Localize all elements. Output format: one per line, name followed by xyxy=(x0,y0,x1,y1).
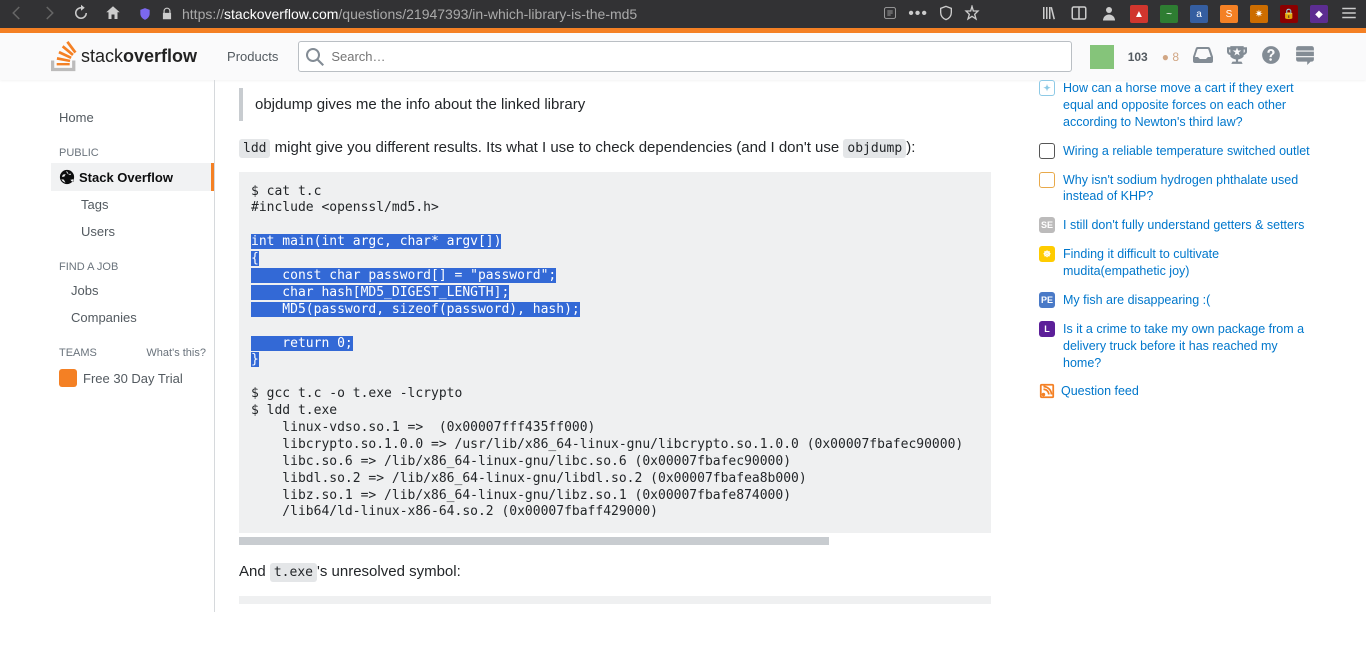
ext-1[interactable]: ▲ xyxy=(1130,5,1148,23)
hot-link-2[interactable]: ⚗ Why isn't sodium hydrogen phthalate use… xyxy=(1039,172,1315,206)
reload-button[interactable] xyxy=(72,4,90,25)
free-trial-link[interactable]: Free 30 Day Trial xyxy=(51,363,214,393)
user-rep[interactable]: 103 xyxy=(1128,50,1148,64)
hot-link-4-text[interactable]: Finding it difficult to cultivate mudita… xyxy=(1063,246,1315,280)
forward-button[interactable] xyxy=(40,4,58,25)
hot-link-3[interactable]: SE I still don't fully understand getters… xyxy=(1039,217,1315,234)
search-icon xyxy=(306,48,324,66)
inbox-icon[interactable] xyxy=(1193,45,1213,68)
url-domain: stackoverflow.com xyxy=(224,6,338,22)
library-icon[interactable] xyxy=(1040,4,1058,25)
nav-stackoverflow[interactable]: Stack Overflow xyxy=(51,163,214,191)
so-logo-icon xyxy=(51,41,77,71)
answer-blockquote: objdump gives me the info about the link… xyxy=(239,88,991,121)
products-menu[interactable]: Products xyxy=(215,43,290,70)
ee-icon: ⚙ xyxy=(1039,143,1055,159)
briefcase-icon xyxy=(59,369,77,387)
code-texe: t.exe xyxy=(270,563,317,582)
url-scheme: https:// xyxy=(182,6,224,22)
hot-link-2-text[interactable]: Why isn't sodium hydrogen phthalate used… xyxy=(1063,172,1315,206)
p1-text: might give you different results. Its wh… xyxy=(270,139,843,156)
ext-3[interactable]: a xyxy=(1190,5,1208,23)
site-topbar: stackoverflow Products 103 ● 8 xyxy=(0,30,1366,80)
menu-icon[interactable] xyxy=(1340,4,1358,25)
code-ldd: ldd xyxy=(239,139,270,158)
hot-link-5[interactable]: PE My fish are disappearing :( xyxy=(1039,292,1315,309)
globe-icon xyxy=(59,169,75,185)
hot-link-3-text[interactable]: I still don't fully understand getters &… xyxy=(1063,217,1304,234)
so-logo[interactable]: stackoverflow xyxy=(51,41,197,71)
nav-tags[interactable]: Tags xyxy=(51,191,214,218)
help-icon[interactable] xyxy=(1261,45,1281,68)
right-sidebar: ✦ How can a horse move a cart if they exe… xyxy=(1015,80,1315,612)
bud-icon: ☸ xyxy=(1039,246,1055,262)
home-button[interactable] xyxy=(104,4,122,25)
user-avatar[interactable] xyxy=(1090,45,1114,69)
sidebar-icon[interactable] xyxy=(1070,4,1088,25)
page-actions[interactable]: ••• xyxy=(908,5,928,23)
p2-post: 's unresolved symbol: xyxy=(317,563,461,580)
hot-link-6-text[interactable]: Is it a crime to take my own package fro… xyxy=(1063,321,1315,372)
pocket-icon[interactable] xyxy=(938,5,954,24)
whats-this-link[interactable]: What's this? xyxy=(146,347,206,359)
code-objdump: objdump xyxy=(843,139,906,158)
logo-stack: stack xyxy=(81,46,123,67)
se-icon: SE xyxy=(1039,217,1055,233)
nav-findjob-header: FIND A JOB xyxy=(51,245,214,277)
hot-link-0[interactable]: ✦ How can a horse move a cart if they exe… xyxy=(1039,80,1315,131)
browser-chrome: https://stackoverflow.com/questions/2194… xyxy=(0,0,1366,30)
url-path: /questions/21947393/in-which-library-is-… xyxy=(338,6,637,22)
shield-icon xyxy=(138,7,152,21)
p2-pre: And xyxy=(239,563,270,580)
site-switcher-icon[interactable] xyxy=(1295,45,1315,68)
nav-teams-header: TEAMS xyxy=(59,347,97,359)
nav-companies[interactable]: Companies xyxy=(51,304,214,331)
answer-paragraph-1: ldd might give you different results. It… xyxy=(239,137,991,160)
search-input[interactable] xyxy=(298,41,1071,72)
ext-4[interactable]: S xyxy=(1220,5,1238,23)
achievements-icon[interactable] xyxy=(1227,45,1247,68)
url-bar[interactable]: https://stackoverflow.com/questions/2194… xyxy=(132,6,872,22)
hot-link-1-text[interactable]: Wiring a reliable temperature switched o… xyxy=(1063,143,1310,160)
code-block-1[interactable]: $ cat t.c #include <openssl/md5.h> int m… xyxy=(239,172,991,534)
hot-link-5-text[interactable]: My fish are disappearing :( xyxy=(1063,292,1210,309)
hot-link-6[interactable]: L Is it a crime to take my own package fr… xyxy=(1039,321,1315,372)
back-button[interactable] xyxy=(8,4,26,25)
rss-icon xyxy=(1039,383,1055,399)
ext-5[interactable]: ✷ xyxy=(1250,5,1268,23)
left-sidebar: Home PUBLIC Stack Overflow Tags Users FI… xyxy=(51,80,215,612)
ext-6[interactable]: 🔒 xyxy=(1280,5,1298,23)
reader-icon[interactable] xyxy=(882,5,898,24)
logo-overflow: overflow xyxy=(123,46,197,67)
code-block-2[interactable] xyxy=(239,596,991,604)
answer-paragraph-2: And t.exe's unresolved symbol: xyxy=(239,561,991,584)
nav-stackoverflow-label: Stack Overflow xyxy=(79,170,173,185)
main-content: objdump gives me the info about the link… xyxy=(215,80,1015,612)
code-scrollbar[interactable] xyxy=(239,537,829,545)
free-trial-label: Free 30 Day Trial xyxy=(83,371,183,386)
hot-link-0-text[interactable]: How can a horse move a cart if they exer… xyxy=(1063,80,1315,131)
chem-icon: ⚗ xyxy=(1039,172,1055,188)
question-feed-label: Question feed xyxy=(1061,384,1139,398)
account-icon[interactable] xyxy=(1100,4,1118,25)
nav-jobs[interactable]: Jobs xyxy=(51,277,214,304)
nav-public-header: PUBLIC xyxy=(51,131,214,163)
ext-7[interactable]: ◆ xyxy=(1310,5,1328,23)
p1-tail: ): xyxy=(906,139,915,156)
hot-link-1[interactable]: ⚙ Wiring a reliable temperature switched … xyxy=(1039,143,1315,160)
lock-icon xyxy=(160,7,174,21)
physics-icon: ✦ xyxy=(1039,80,1055,96)
ext-2[interactable]: ~ xyxy=(1160,5,1178,23)
question-feed[interactable]: Question feed xyxy=(1039,383,1315,399)
hot-link-4[interactable]: ☸ Finding it difficult to cultivate mudit… xyxy=(1039,246,1315,280)
nav-home[interactable]: Home xyxy=(51,104,214,131)
bronze-badges: ● 8 xyxy=(1162,50,1179,64)
bookmark-icon[interactable] xyxy=(964,5,980,24)
nav-users[interactable]: Users xyxy=(51,218,214,245)
law-icon: L xyxy=(1039,321,1055,337)
pet-icon: PE xyxy=(1039,292,1055,308)
